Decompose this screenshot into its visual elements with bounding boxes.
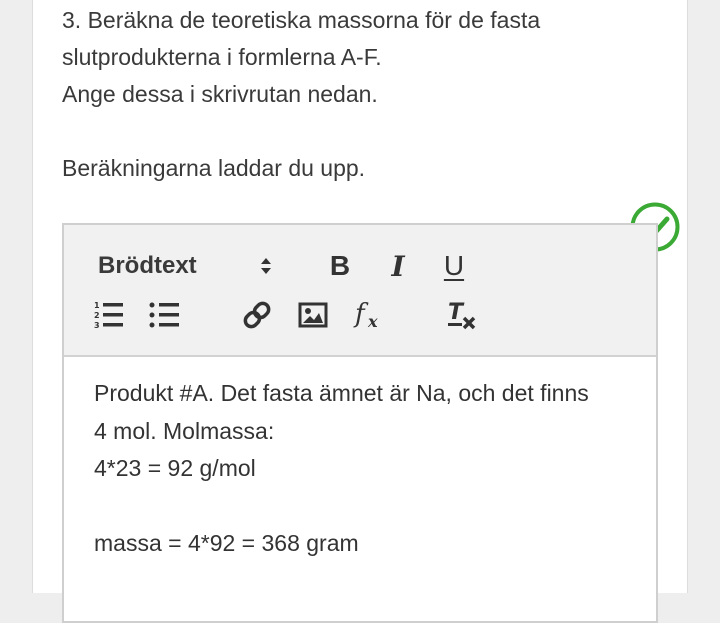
ordered-list-button[interactable]: 1 2 3 bbox=[92, 297, 126, 333]
question-line: Beräkningarna laddar du upp. bbox=[62, 155, 366, 181]
bold-label: B bbox=[329, 250, 351, 281]
formula-button[interactable]: f x bbox=[352, 297, 388, 333]
ordered-list-icon: 1 2 3 bbox=[94, 301, 123, 330]
question-line: Ange dessa i skrivrutan nedan. bbox=[62, 81, 378, 107]
svg-text:f: f bbox=[353, 299, 369, 329]
svg-text:2: 2 bbox=[94, 311, 100, 320]
bullet-list-button[interactable] bbox=[148, 297, 182, 333]
question-line: 3. Beräkna de teoretiska massorna för de… bbox=[62, 7, 541, 33]
question-line: slutprodukterna i formlerna A-F. bbox=[62, 44, 382, 70]
editor-line: Produkt #A. Det fasta ämnet är Na, och d… bbox=[94, 380, 589, 406]
format-select[interactable]: Brödtext bbox=[98, 247, 273, 285]
bullet-list-icon bbox=[149, 302, 179, 328]
editor-toolbar: Brödtext B I U 1 2 3 f x T bbox=[64, 225, 656, 357]
editor-line: 4*23 = 92 g/mol bbox=[94, 455, 256, 481]
editor-line: 4 mol. Molmassa: bbox=[94, 417, 275, 444]
question-text: 3. Beräkna de teoretiska massorna för de… bbox=[62, 2, 662, 187]
svg-text:x: x bbox=[367, 312, 378, 331]
link-icon bbox=[243, 301, 271, 329]
image-icon bbox=[298, 302, 328, 328]
svg-text:1: 1 bbox=[94, 301, 100, 310]
svg-text:T: T bbox=[448, 300, 465, 325]
editor-content[interactable]: Produkt #A. Det fasta ämnet är Na, och d… bbox=[94, 375, 639, 563]
italic-label: I bbox=[391, 249, 405, 283]
underline-label: U bbox=[443, 250, 465, 281]
format-select-value: Brödtext bbox=[98, 252, 197, 279]
clear-format-button[interactable]: T bbox=[444, 297, 478, 333]
italic-button[interactable]: I bbox=[382, 247, 414, 285]
underline-button[interactable]: U bbox=[438, 247, 470, 285]
editor-line: massa = 4*92 = 368 gram bbox=[94, 530, 359, 556]
link-button[interactable] bbox=[240, 297, 274, 333]
bold-button[interactable]: B bbox=[324, 247, 356, 285]
clear-format-icon: T bbox=[448, 300, 476, 330]
editor-line bbox=[94, 488, 639, 526]
rich-text-editor: Brödtext B I U 1 2 3 f x T Produkt #A. D… bbox=[62, 223, 658, 623]
select-arrows-icon bbox=[261, 258, 271, 274]
svg-text:3: 3 bbox=[94, 321, 100, 330]
formula-icon: f x bbox=[353, 299, 378, 331]
image-button[interactable] bbox=[296, 297, 330, 333]
